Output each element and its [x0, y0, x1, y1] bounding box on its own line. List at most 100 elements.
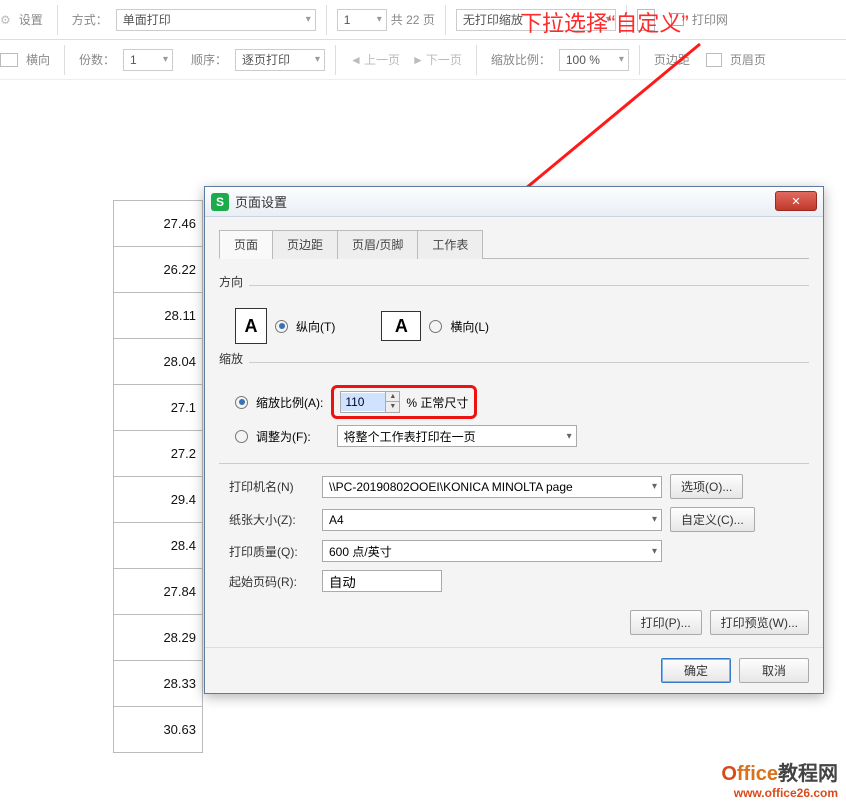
spinner-buttons[interactable]: ▲▼ [385, 392, 399, 412]
table-cell: 29.4 [114, 477, 202, 523]
paper-size-label: 纸张大小(Z): [229, 511, 314, 528]
page-number-value: 1 [344, 13, 351, 27]
fit-to-row: 调整为(F): 将整个工作表打印在一页 [235, 425, 809, 447]
arrow-left-icon: ◄ [350, 53, 362, 67]
tab-strip: 页面 页边距 页眉/页脚 工作表 [219, 229, 809, 259]
divider [57, 5, 58, 35]
dialog-titlebar[interactable]: S 页面设置 ✕ [205, 187, 823, 217]
watermark-title: Office教程网 [721, 757, 838, 786]
page-total-label: 共 22 页 [391, 11, 435, 28]
start-page-row: 起始页码(R): [229, 570, 809, 592]
table-cell: 28.4 [114, 523, 202, 569]
watermark: Office教程网 www.office26.com [721, 757, 838, 800]
margins-label[interactable]: 页边距 [654, 51, 690, 68]
scale-ratio-select[interactable]: 100 % [559, 49, 629, 71]
orientation-label[interactable]: 横向 [26, 51, 50, 68]
header-footer-icon [706, 53, 722, 67]
print-quality-select[interactable]: 600 点/英寸 [322, 540, 662, 562]
tab-margins[interactable]: 页边距 [272, 230, 338, 259]
header-footer-label[interactable]: 页眉页 [730, 51, 766, 68]
ok-button[interactable]: 确定 [661, 658, 731, 683]
tab-header-footer[interactable]: 页眉/页脚 [337, 230, 418, 259]
orientation-icon [0, 53, 18, 67]
divider [64, 45, 65, 75]
start-page-input[interactable] [322, 570, 442, 592]
table-cell: 28.11 [114, 293, 202, 339]
divider [445, 5, 446, 35]
dialog-title: 页面设置 [235, 192, 287, 211]
scale-ratio-row: 缩放比例(A): ▲▼ % 正常尺寸 [235, 385, 809, 419]
table-cell: 27.84 [114, 569, 202, 615]
page-number-select[interactable]: 1 [337, 9, 387, 31]
scale-ratio-label: 缩放比例： [491, 51, 551, 68]
tab-page[interactable]: 页面 [219, 230, 273, 259]
order-value: 逐页打印 [242, 51, 290, 68]
print-quality-row: 打印质量(Q): 600 点/英寸 [229, 540, 809, 562]
scale-group-header: 缩放 [219, 350, 809, 375]
table-cell: 27.2 [114, 431, 202, 477]
paper-size-value: A4 [329, 513, 344, 527]
start-page-label: 起始页码(R): [229, 573, 314, 590]
scale-section-label: 缩放 [219, 350, 243, 367]
dialog-footer: 确定 取消 [205, 647, 823, 693]
annotation-text: 下拉选择“自定义” [520, 6, 689, 38]
direction-label: 方向 [219, 273, 243, 290]
app-icon: S [211, 193, 229, 211]
divider [335, 45, 336, 75]
gridlines-label: 打印网 [692, 11, 728, 28]
close-icon: ✕ [791, 195, 800, 208]
custom-button[interactable]: 自定义(C)... [670, 507, 755, 532]
separator [219, 463, 809, 464]
paper-size-select[interactable]: A4 [322, 509, 662, 531]
scale-input[interactable] [341, 393, 385, 411]
copies-label: 份数： [79, 51, 115, 68]
printer-label: 打印机名(N) [229, 478, 314, 495]
highlight-box: ▲▼ % 正常尺寸 [331, 385, 477, 419]
action-row: 打印(P)... 打印预览(W)... [219, 610, 809, 635]
fit-to-label: 调整为(F): [256, 428, 311, 445]
toolbar-row-2: 横向 份数： 1 顺序： 逐页打印 ◄ 上一页 ► 下一页 缩放比例： 100 … [0, 40, 846, 80]
scale-ratio-radio[interactable] [235, 396, 248, 409]
table-cell: 27.46 [114, 201, 202, 247]
table-cell: 27.1 [114, 385, 202, 431]
order-label: 顺序： [191, 51, 227, 68]
table-cell: 26.22 [114, 247, 202, 293]
watermark-url: www.office26.com [721, 786, 838, 800]
printer-value: \\PC-20190802OOEI\KONICA MINOLTA page [329, 480, 573, 494]
prev-page-button[interactable]: ◄ 上一页 [346, 49, 404, 70]
copies-value: 1 [130, 53, 137, 67]
options-button[interactable]: 选项(O)... [670, 474, 743, 499]
order-select[interactable]: 逐页打印 [235, 49, 325, 71]
scale-ratio-radio-label: 缩放比例(A): [256, 394, 323, 411]
print-quality-label: 打印质量(Q): [229, 543, 314, 560]
scale-spinner[interactable]: ▲▼ [340, 391, 400, 413]
table-cell: 28.04 [114, 339, 202, 385]
tab-sheet[interactable]: 工作表 [417, 230, 483, 259]
print-mode-value: 单面打印 [123, 11, 171, 28]
dialog-body: 页面 页边距 页眉/页脚 工作表 方向 A 纵向(T) A 横向(L) 缩放 缩… [205, 217, 823, 647]
portrait-radio[interactable] [275, 320, 288, 333]
printer-row: 打印机名(N) \\PC-20190802OOEI\KONICA MINOLTA… [229, 474, 809, 499]
print-mode-select[interactable]: 单面打印 [116, 9, 316, 31]
portrait-icon: A [235, 308, 267, 344]
paper-size-row: 纸张大小(Z): A4 自定义(C)... [229, 507, 809, 532]
scale-suffix: % 正常尺寸 [406, 394, 468, 411]
print-preview-button[interactable]: 打印预览(W)... [710, 610, 809, 635]
close-button[interactable]: ✕ [775, 191, 817, 211]
page-setup-dialog: S 页面设置 ✕ 页面 页边距 页眉/页脚 工作表 方向 A 纵向(T) A 横… [204, 186, 824, 694]
settings-label[interactable]: 设置 [19, 11, 43, 28]
print-quality-value: 600 点/英寸 [329, 543, 392, 560]
print-button[interactable]: 打印(P)... [630, 610, 702, 635]
landscape-radio[interactable] [429, 320, 442, 333]
divider [326, 5, 327, 35]
table-cell: 28.29 [114, 615, 202, 661]
copies-select[interactable]: 1 [123, 49, 173, 71]
cancel-button[interactable]: 取消 [739, 658, 809, 683]
scale-ratio-value: 100 % [566, 53, 600, 67]
printer-select[interactable]: \\PC-20190802OOEI\KONICA MINOLTA page [322, 476, 662, 498]
fit-to-select[interactable]: 将整个工作表打印在一页 [337, 425, 577, 447]
next-page-label: 下一页 [426, 51, 462, 68]
next-page-button[interactable]: ► 下一页 [408, 49, 466, 70]
orientation-row: A 纵向(T) A 横向(L) [235, 308, 809, 344]
fit-to-radio[interactable] [235, 430, 248, 443]
